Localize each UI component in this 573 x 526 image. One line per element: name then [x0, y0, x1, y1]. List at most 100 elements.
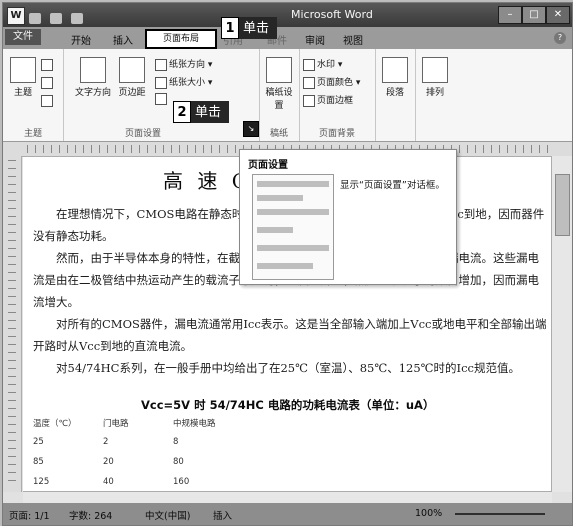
minimize-button[interactable]: – [498, 6, 522, 24]
table-cell: 125 [33, 477, 50, 487]
tab-home[interactable]: 开始 [65, 31, 97, 48]
table-title: Vcc=5V 时 54/74HC 电路的功耗电流表（单位：uA） [141, 398, 435, 412]
ribbon-tabs: 文件 开始 插入 页面布局 引用 邮件 审阅 视图 ? [3, 27, 572, 49]
orientation-button[interactable]: 纸张方向 ▾ [155, 57, 212, 71]
paragraph-label: 段落 [385, 88, 404, 98]
vertical-ruler[interactable] [3, 156, 22, 492]
tab-page-layout[interactable]: 页面布局 [145, 29, 217, 49]
margins-label: 页边距 [118, 88, 146, 98]
table-header: 温度（℃） [33, 419, 77, 429]
zoom-level[interactable]: 100% [415, 508, 442, 519]
draft-paper-icon [266, 57, 292, 83]
vertical-scrollbar[interactable] [551, 156, 572, 492]
arrange-button[interactable]: 排列 [421, 57, 449, 98]
page-count[interactable]: 页面: 1/1 [9, 508, 50, 522]
zoom-slider[interactable] [455, 513, 545, 515]
text-direction-button[interactable]: 文字方向 [75, 57, 111, 98]
themes-button[interactable]: 主题 [9, 57, 37, 98]
maximize-button[interactable]: □ [522, 6, 546, 24]
arrange-icon [422, 57, 448, 83]
theme-colors-button[interactable] [41, 59, 55, 71]
callout-1-text: 单击 [243, 21, 270, 36]
paragraph-icon [382, 57, 408, 83]
table-cell: 160 [173, 477, 190, 487]
size-icon [155, 76, 167, 89]
ribbon: 主题 主题 文字方向 页边距 纸张方向 ▾ 纸张大小 ▾ 页面设置 稿纸设置 稿… [3, 49, 572, 142]
status-bar: 页面: 1/1 字数: 264 中文(中国) 插入 100% [3, 503, 572, 525]
tooltip-title: 页面设置 [248, 160, 288, 171]
table-cell: 80 [173, 457, 184, 467]
draft-paper-settings-button[interactable]: 稿纸设置 [263, 57, 295, 111]
window-title: Microsoft Word [291, 8, 373, 21]
orientation-label: 纸张方向 [169, 60, 206, 70]
watermark-label: 水印 [317, 60, 336, 70]
tooltip-description: 显示“页面设置”对话框。 [340, 180, 445, 191]
group-arrange: 排列 [415, 49, 455, 141]
size-label: 纸张大小 [169, 78, 206, 88]
table-cell: 8 [173, 437, 179, 447]
help-icon[interactable]: ? [554, 32, 566, 44]
page-color-label: 页面颜色 [317, 78, 354, 88]
tab-view[interactable]: 视图 [337, 31, 369, 48]
watermark-button[interactable]: 水印 ▾ [303, 57, 342, 71]
group-page-background: 水印 ▾ 页面颜色 ▾ 页面边框 页面背景 [299, 49, 376, 141]
page-border-button[interactable]: 页面边框 [303, 93, 353, 107]
theme-colors-icon [41, 59, 53, 71]
dialog-preview-image [252, 174, 334, 280]
table-cell: 20 [103, 457, 114, 467]
themes-label: 主题 [13, 88, 32, 98]
word-app-icon[interactable]: W [7, 7, 25, 25]
group-label-themes: 主题 [23, 129, 42, 139]
page-border-label: 页面边框 [317, 96, 354, 106]
theme-fonts-button[interactable] [41, 77, 55, 89]
save-icon[interactable] [29, 13, 41, 24]
columns-button[interactable] [155, 93, 169, 105]
orientation-icon [155, 58, 167, 71]
undo-icon[interactable] [50, 13, 63, 24]
text-direction-icon [80, 57, 106, 83]
table-cell: 25 [33, 437, 44, 447]
draft-paper-label: 稿纸设置 [265, 88, 293, 111]
table-header: 门电路 [103, 419, 129, 429]
quick-access-toolbar [29, 9, 99, 43]
callout-step-1: 1 单击 [221, 17, 278, 39]
group-label-page-setup: 页面设置 [125, 129, 162, 139]
word-count[interactable]: 字数: 264 [69, 508, 112, 522]
group-paragraph: 段落 [375, 49, 416, 141]
margins-button[interactable]: 页边距 [115, 57, 149, 98]
group-page-setup: 文字方向 页边距 纸张方向 ▾ 纸张大小 ▾ 页面设置 [63, 49, 260, 141]
scroll-thumb[interactable] [555, 174, 570, 236]
callout-2-number: 2 [173, 101, 191, 123]
themes-icon [10, 57, 36, 83]
redo-icon[interactable] [71, 13, 84, 24]
insert-mode[interactable]: 插入 [213, 508, 232, 522]
tab-review[interactable]: 审阅 [299, 31, 331, 48]
language-status[interactable]: 中文(中国) [145, 508, 190, 522]
tab-file[interactable]: 文件 [5, 29, 41, 45]
paragraph-button[interactable]: 段落 [381, 57, 409, 98]
group-themes: 主题 主题 [3, 49, 64, 141]
paragraph-3: 对所有的CMOS器件，漏电流通常用Icc表示。这是当全部输入端加上Vcc或地电平… [33, 317, 547, 353]
page-border-icon [303, 94, 315, 107]
group-label-page-background: 页面背景 [318, 129, 355, 139]
table-cell: 85 [33, 457, 44, 467]
callout-step-2: 2 单击 [173, 101, 230, 123]
word-window: W Microsoft Word – □ ✕ 文件 开始 插入 页面布局 引用 … [2, 2, 573, 526]
columns-icon [155, 93, 167, 105]
theme-effects-icon [41, 95, 53, 107]
close-button[interactable]: ✕ [546, 6, 570, 24]
tab-insert[interactable]: 插入 [107, 31, 139, 48]
margins-icon [119, 57, 145, 83]
text-direction-label: 文字方向 [75, 88, 112, 98]
group-draft-paper: 稿纸设置 稿纸 [259, 49, 300, 141]
page-color-icon [303, 76, 315, 89]
theme-fonts-icon [41, 77, 53, 89]
watermark-icon [303, 58, 315, 71]
callout-1-number: 1 [221, 17, 239, 39]
theme-effects-button[interactable] [41, 95, 55, 107]
table-cell: 2 [103, 437, 109, 447]
size-button[interactable]: 纸张大小 ▾ [155, 75, 212, 89]
page-setup-dialog-launcher-icon[interactable]: ↘ [243, 121, 259, 137]
page-color-button[interactable]: 页面颜色 ▾ [303, 75, 360, 89]
table-header: 中规模电路 [173, 419, 216, 429]
